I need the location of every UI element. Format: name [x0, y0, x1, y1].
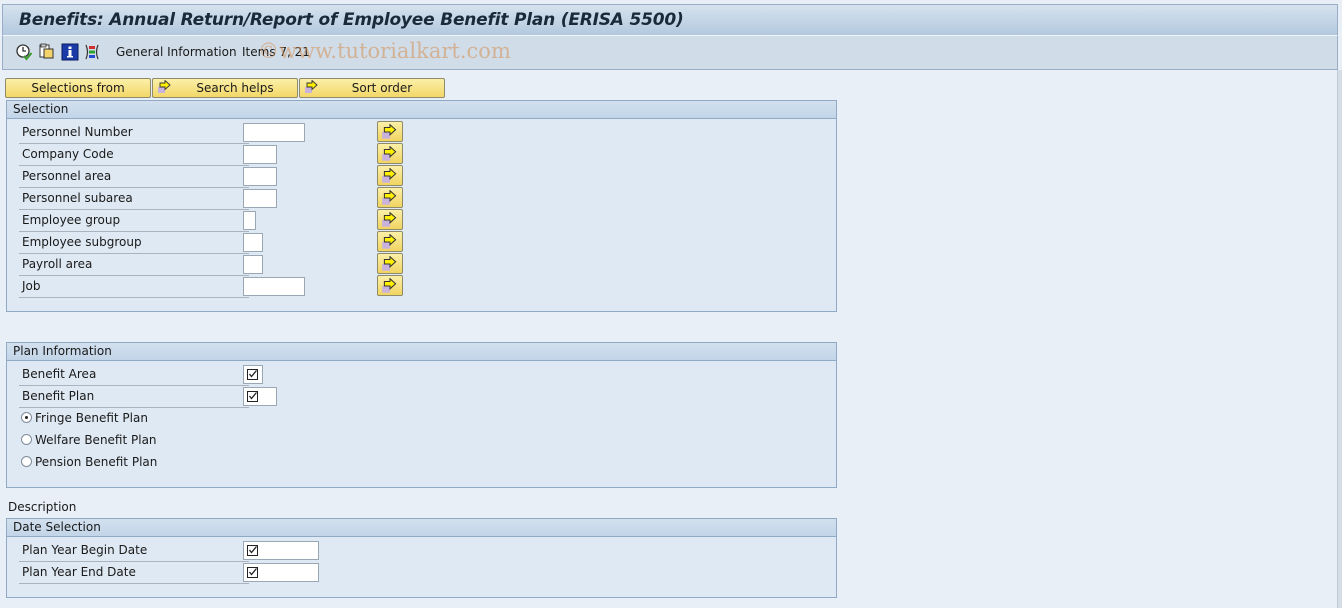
- field-row-employee-subgroup: Employee subgroup: [19, 231, 249, 254]
- multiple-selection-button-personnel-area[interactable]: [377, 165, 403, 186]
- dynamic-selections-icon[interactable]: [83, 43, 101, 61]
- field-label: Benefit Area: [22, 367, 97, 381]
- required-entry-icon: [247, 391, 258, 402]
- arrow-right-icon: [157, 79, 173, 99]
- selection-group-title: Selection: [7, 101, 836, 119]
- search-helps-button[interactable]: Search helps: [152, 78, 298, 98]
- application-toolbar: General Information Items 7, 21: [2, 36, 1338, 70]
- radio-label: Welfare Benefit Plan: [35, 433, 157, 447]
- field-label: Company Code: [22, 147, 114, 161]
- field-label: Employee subgroup: [22, 235, 142, 249]
- radio-button[interactable]: [21, 434, 32, 445]
- field-label: Employee group: [22, 213, 121, 227]
- date-selection-group-title: Date Selection: [7, 519, 836, 537]
- plan-information-group: Plan Information Benefit Area Benefit Pl…: [6, 342, 837, 488]
- arrow-right-icon: [382, 234, 397, 249]
- field-row-job: Job: [19, 275, 249, 298]
- field-label: Personnel subarea: [22, 191, 133, 205]
- employee-group-input[interactable]: [243, 211, 256, 230]
- multiple-selection-button-personnel-subarea[interactable]: [377, 187, 403, 208]
- arrow-right-icon: [382, 212, 397, 227]
- benefit-area-input[interactable]: [243, 365, 263, 384]
- get-variant-icon[interactable]: [38, 43, 56, 61]
- field-row-personnel-number: Personnel Number: [19, 121, 249, 144]
- personnel-area-input[interactable]: [243, 167, 277, 186]
- sort-order-button[interactable]: Sort order: [299, 78, 445, 98]
- arrow-right-icon: [382, 278, 397, 293]
- field-label: Payroll area: [22, 257, 93, 271]
- multiple-selection-button-job[interactable]: [377, 275, 403, 296]
- field-row-plan-year-end-date: Plan Year End Date: [19, 561, 249, 584]
- execute-icon[interactable]: [15, 43, 33, 61]
- personnel-subarea-input[interactable]: [243, 189, 277, 208]
- field-label: Job: [22, 279, 41, 293]
- plan-year-begin-date-input[interactable]: [243, 541, 319, 560]
- field-row-payroll-area: Payroll area: [19, 253, 249, 276]
- items-info: Items 7, 21: [242, 45, 310, 59]
- field-label: Plan Year Begin Date: [22, 543, 148, 557]
- selection-group: Selection Personnel Number Company Code …: [6, 100, 837, 312]
- selections-from-button[interactable]: Selections from: [5, 78, 151, 98]
- sort-order-label: Sort order: [351, 81, 413, 95]
- field-label: Personnel area: [22, 169, 112, 183]
- arrow-right-icon: [382, 190, 397, 205]
- field-label: Personnel Number: [22, 125, 133, 139]
- required-entry-icon: [247, 567, 258, 578]
- field-row-company-code: Company Code: [19, 143, 249, 166]
- radio-button-selected[interactable]: [21, 412, 32, 423]
- benefit-plan-input[interactable]: [243, 387, 277, 406]
- radio-button[interactable]: [21, 456, 32, 467]
- general-information-button[interactable]: General Information: [116, 45, 237, 59]
- date-selection-group: Date Selection Plan Year Begin Date Plan…: [6, 518, 837, 598]
- description-label: Description: [8, 500, 77, 514]
- scrollbar-edge[interactable]: [1337, 70, 1342, 608]
- job-input[interactable]: [243, 277, 305, 296]
- field-label: Benefit Plan: [22, 389, 95, 403]
- arrow-right-icon: [382, 256, 397, 271]
- field-row-benefit-area: Benefit Area: [19, 363, 249, 386]
- multiple-selection-button-employee-group[interactable]: [377, 209, 403, 230]
- personnel-number-input[interactable]: [243, 123, 305, 142]
- arrow-right-icon: [304, 79, 320, 99]
- field-row-personnel-area: Personnel area: [19, 165, 249, 188]
- field-row-personnel-subarea: Personnel subarea: [19, 187, 249, 210]
- field-label: Plan Year End Date: [22, 565, 136, 579]
- field-row-plan-year-begin-date: Plan Year Begin Date: [19, 539, 249, 562]
- multiple-selection-button-personnel-number[interactable]: [377, 121, 403, 142]
- arrow-right-icon: [382, 146, 397, 161]
- plan-information-group-title: Plan Information: [7, 343, 836, 361]
- employee-subgroup-input[interactable]: [243, 233, 263, 252]
- arrow-right-icon: [382, 168, 397, 183]
- payroll-area-input[interactable]: [243, 255, 263, 274]
- required-entry-icon: [247, 545, 258, 556]
- title-bar: Benefits: Annual Return/Report of Employ…: [2, 4, 1338, 36]
- multiple-selection-button-payroll-area[interactable]: [377, 253, 403, 274]
- selections-from-label: Selections from: [31, 81, 125, 95]
- page-title: Benefits: Annual Return/Report of Employ…: [19, 10, 684, 30]
- field-row-employee-group: Employee group: [19, 209, 249, 232]
- radio-label: Fringe Benefit Plan: [35, 411, 148, 425]
- arrow-right-icon: [382, 124, 397, 139]
- multiple-selection-button-employee-subgroup[interactable]: [377, 231, 403, 252]
- field-row-benefit-plan: Benefit Plan: [19, 385, 249, 408]
- company-code-input[interactable]: [243, 145, 277, 164]
- search-helps-label: Search helps: [196, 81, 274, 95]
- required-entry-icon: [247, 369, 258, 380]
- info-icon[interactable]: [61, 43, 79, 61]
- multiple-selection-button-company-code[interactable]: [377, 143, 403, 164]
- plan-year-end-date-input[interactable]: [243, 563, 319, 582]
- radio-label: Pension Benefit Plan: [35, 455, 158, 469]
